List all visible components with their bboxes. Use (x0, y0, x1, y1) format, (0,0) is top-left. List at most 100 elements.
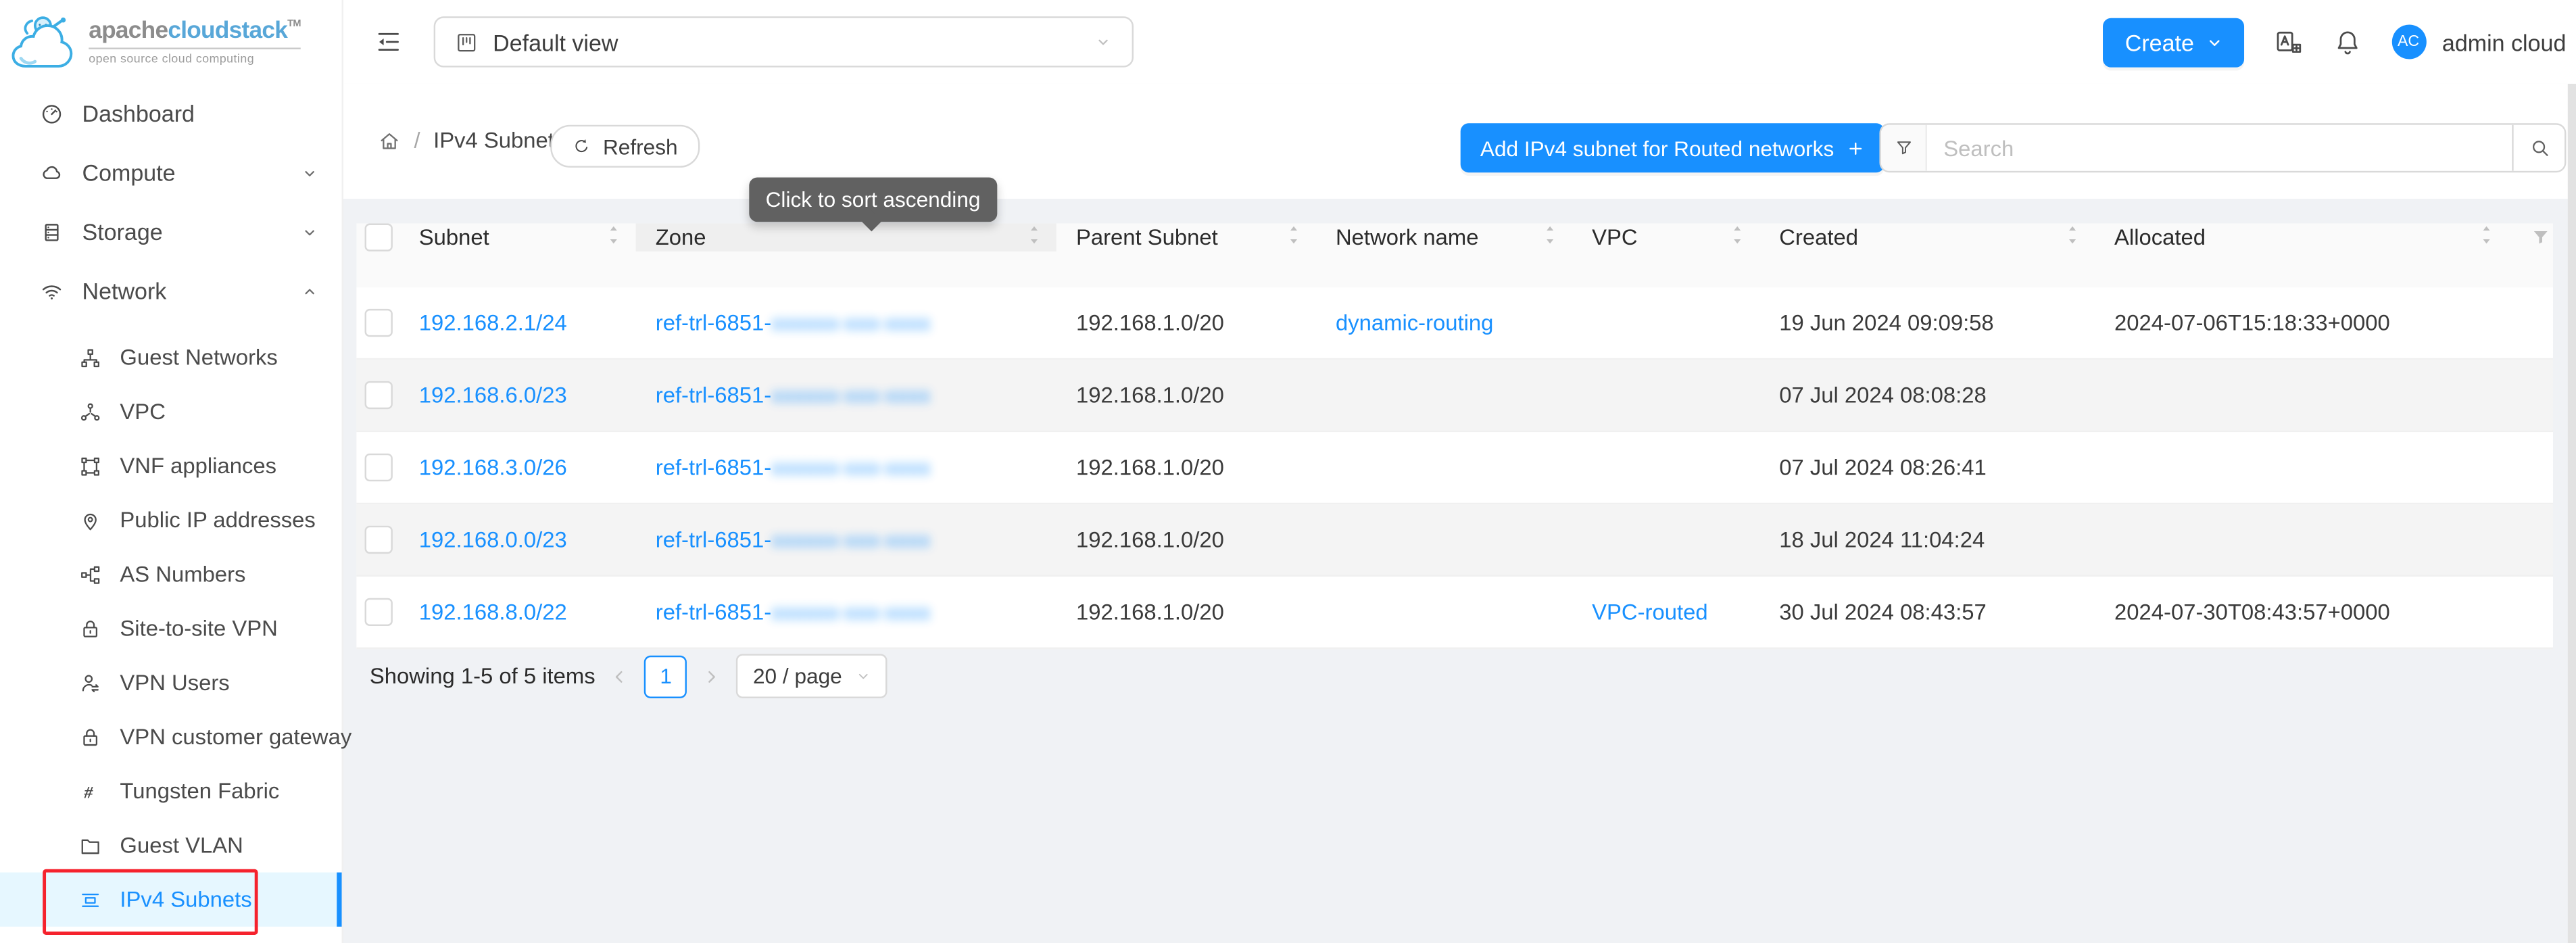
subnet-link[interactable]: 192.168.0.0/23 (419, 527, 567, 552)
subnet-link[interactable]: 192.168.2.1/24 (419, 310, 567, 335)
sidebar-item-network[interactable]: Network (0, 261, 342, 320)
row-checkbox[interactable] (364, 526, 391, 554)
row-checkbox[interactable] (364, 454, 391, 481)
search-input[interactable] (1927, 125, 2512, 171)
menu-fold-icon[interactable] (374, 27, 402, 56)
sidebar-item-label: VNF appliances (120, 454, 276, 478)
column-header-created[interactable]: Created (1759, 224, 2095, 251)
page-header-row: / IPv4 Subnets Refresh Add IPv4 subnet f… (343, 84, 2576, 199)
sidebar-item-label: Guest Networks (120, 345, 277, 369)
sidebar-item-compute[interactable]: Compute (0, 143, 342, 201)
sidebar-item-guest-vlan[interactable]: Guest VLAN (0, 818, 342, 872)
column-header-subnet[interactable]: Subnet (399, 224, 636, 251)
add-ipv4-subnet-button[interactable]: Add IPv4 subnet for Routed networks (1461, 123, 1885, 172)
chevron-down-icon (301, 164, 319, 182)
sidebar-item-label: AS Numbers (120, 562, 245, 586)
cell-vpc (1572, 360, 1759, 431)
refresh-button[interactable]: Refresh (550, 125, 699, 168)
sidebar-item-label: VPN Users (120, 671, 229, 695)
breadcrumb-current: IPv4 Subnets (433, 128, 565, 153)
sidebar-item-vpc[interactable]: VPC (0, 385, 342, 439)
sidebar-item-vpn-customer-gateway[interactable]: VPN customer gateway (0, 710, 342, 764)
cell-vpc: VPC-routed (1572, 577, 1759, 648)
cell-parent-subnet: 192.168.1.0/20 (1056, 577, 1316, 648)
column-header-label: Subnet (419, 225, 489, 249)
subnet-link[interactable]: 192.168.3.0/26 (419, 455, 567, 479)
sidebar: apachecloudstackTM open source cloud com… (0, 0, 343, 943)
sidebar-item-label: Dashboard (82, 100, 195, 126)
search-filter-button[interactable] (1881, 125, 1927, 171)
funnel-icon (1893, 138, 1913, 158)
cell-filter-spacer (2508, 504, 2553, 575)
scrollbar-thumb[interactable] (2568, 84, 2576, 943)
previous-page-button[interactable] (610, 667, 630, 686)
svg-text:#: # (83, 781, 93, 801)
breadcrumb-separator: / (414, 128, 420, 153)
create-button[interactable]: Create (2104, 18, 2243, 67)
view-selector-dropdown[interactable]: Default view (434, 16, 1134, 67)
cell-vpc (1572, 432, 1759, 503)
cell-created: 19 Jun 2024 09:09:58 (1759, 287, 2095, 358)
sidebar-item-guest-networks[interactable]: Guest Networks (0, 331, 342, 385)
column-header-parent[interactable]: Parent Subnet (1056, 224, 1316, 251)
next-page-button[interactable] (702, 667, 722, 686)
sidebar-item-tungsten-fabric[interactable]: #Tungsten Fabric (0, 764, 342, 818)
sidebar-item-dashboard[interactable]: Dashboard (0, 84, 342, 143)
column-filter-button[interactable] (2508, 224, 2553, 251)
translate-icon[interactable] (2273, 27, 2303, 57)
zone-link[interactable]: ref-trl-6851-xxxxxx-xxx-xxxx (656, 455, 931, 479)
column-header-label: Parent Subnet (1076, 225, 1218, 249)
page-size-value: 20 / page (753, 664, 842, 688)
search-button[interactable] (2512, 125, 2565, 171)
column-header-label: Allocated (2114, 225, 2206, 249)
row-checkbox[interactable] (364, 598, 391, 626)
folder-icon (79, 833, 102, 856)
zone-link[interactable]: ref-trl-6851-xxxxxx-xxx-xxxx (656, 383, 931, 407)
page-size-select[interactable]: 20 / page (737, 654, 887, 698)
subnet-link[interactable]: 192.168.8.0/22 (419, 600, 567, 624)
top-bar: Default view Create AC admin cloud (343, 0, 2576, 84)
deployment-icon (79, 400, 102, 423)
submenu-gap (0, 320, 342, 331)
cell-network-name (1316, 577, 1572, 648)
user-avatar[interactable]: AC (2391, 24, 2426, 59)
column-header-allocated[interactable]: Allocated (2095, 224, 2508, 251)
sidebar-item-site-to-site-vpn[interactable]: Site-to-site VPN (0, 602, 342, 656)
column-header-label: Created (1779, 225, 1858, 249)
cell-parent-subnet: 192.168.1.0/20 (1056, 504, 1316, 575)
cell-subnet: 192.168.6.0/23 (399, 360, 636, 431)
sidebar-item-ipv4-subnets[interactable]: IPv4 Subnets (0, 873, 342, 927)
sidebar-item-public-ip-addresses[interactable]: Public IP addresses (0, 493, 342, 547)
vpc-link[interactable]: VPC-routed (1592, 600, 1707, 624)
column-header-network[interactable]: Network name (1316, 224, 1572, 251)
sidebar-item-storage[interactable]: Storage (0, 202, 342, 261)
subnet-link[interactable]: 192.168.6.0/23 (419, 383, 567, 407)
notifications-bell-icon[interactable] (2332, 27, 2362, 57)
zone-link[interactable]: ref-trl-6851-xxxxxx-xxx-xxxx (656, 600, 931, 624)
sort-tooltip: Click to sort ascending (749, 177, 996, 222)
row-checkbox[interactable] (364, 381, 391, 409)
column-header-zone[interactable]: Zone (636, 224, 1056, 251)
sort-carets-icon (1286, 224, 1301, 251)
sidebar-item-as-numbers[interactable]: AS Numbers (0, 547, 342, 601)
select-all-checkbox[interactable] (364, 224, 391, 251)
view-selector-value: Default view (493, 29, 618, 55)
storage-icon (39, 219, 64, 243)
subnet-icon (79, 888, 102, 911)
cell-parent-subnet: 192.168.1.0/20 (1056, 432, 1316, 503)
sidebar-item-label: Public IP addresses (120, 508, 315, 532)
zone-link[interactable]: ref-trl-6851-xxxxxx-xxx-xxxx (656, 527, 931, 552)
home-icon[interactable] (378, 129, 401, 152)
network-link[interactable]: dynamic-routing (1336, 310, 1493, 335)
column-header-vpc[interactable]: VPC (1572, 224, 1759, 251)
user-name[interactable]: admin cloud (2442, 29, 2567, 55)
cell-allocated (2095, 360, 2508, 431)
table-header: Subnet Zone Parent Subnet Network nameVPC Cr… (356, 224, 2553, 288)
sidebar-item-vnf-appliances[interactable]: VNF appliances (0, 439, 342, 493)
page-number-1[interactable]: 1 (645, 655, 687, 698)
sidebar-item-vpn-users[interactable]: VPN Users (0, 656, 342, 710)
zone-link[interactable]: ref-trl-6851-xxxxxx-xxx-xxxx (656, 310, 931, 335)
cell-created: 07 Jul 2024 08:08:28 (1759, 360, 2095, 431)
zone-link-redacted: xxxxxx-xxx-xxxx (771, 600, 930, 624)
row-checkbox[interactable] (364, 309, 391, 337)
